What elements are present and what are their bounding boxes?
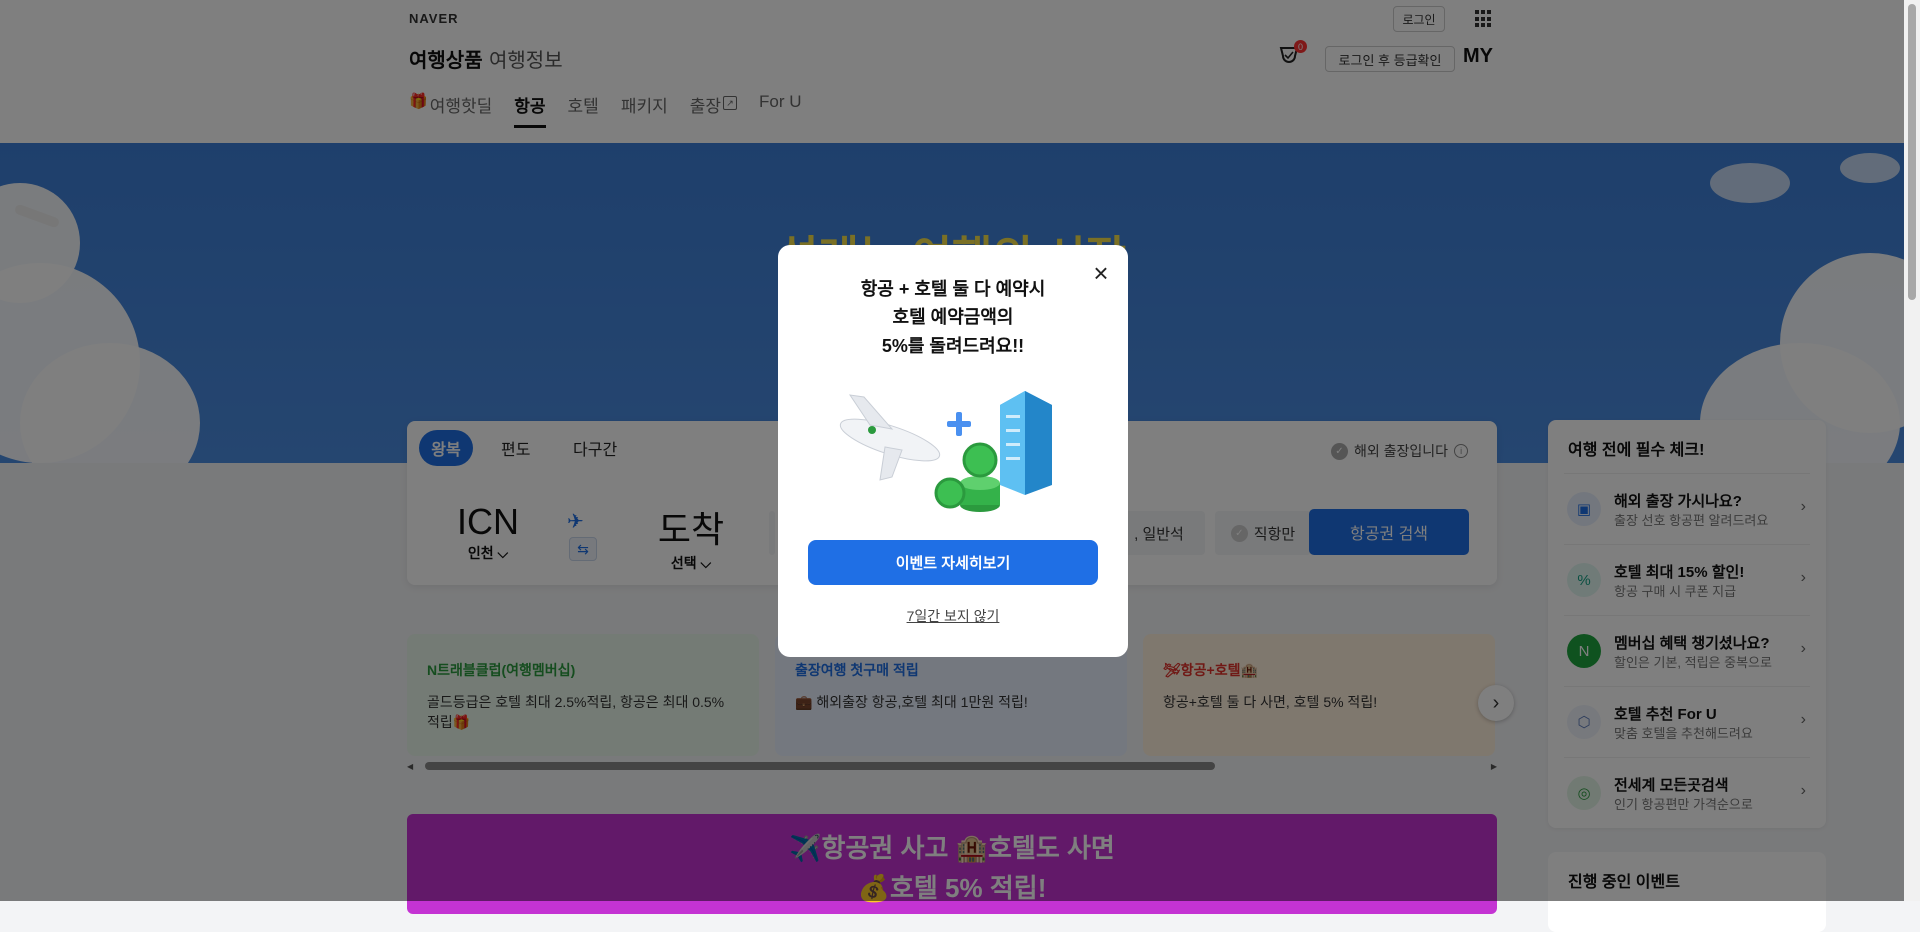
popup-text-line2: 호텔 예약금액의 xyxy=(892,307,1014,327)
event-popup: × 항공 + 호텔 둘 다 예약시 호텔 예약금액의 5%를 돌려드려요!! 이… xyxy=(778,245,1128,657)
airplane-icon xyxy=(839,394,941,481)
event-details-button[interactable]: 이벤트 자세히보기 xyxy=(808,540,1098,585)
dismiss-7days-link[interactable]: 7일간 보지 않기 xyxy=(778,606,1128,626)
flight-hotel-illustration xyxy=(839,391,1052,512)
popup-text-line3: 5%를 돌려드려요!! xyxy=(881,336,1025,356)
page-scroll-thumb[interactable] xyxy=(1908,4,1916,300)
coins-icon xyxy=(934,442,1000,512)
popup-text-line1: 항공 + 호텔 둘 다 예약시 xyxy=(860,279,1046,299)
hotel-building-icon xyxy=(1000,391,1052,495)
plus-icon xyxy=(947,412,971,436)
